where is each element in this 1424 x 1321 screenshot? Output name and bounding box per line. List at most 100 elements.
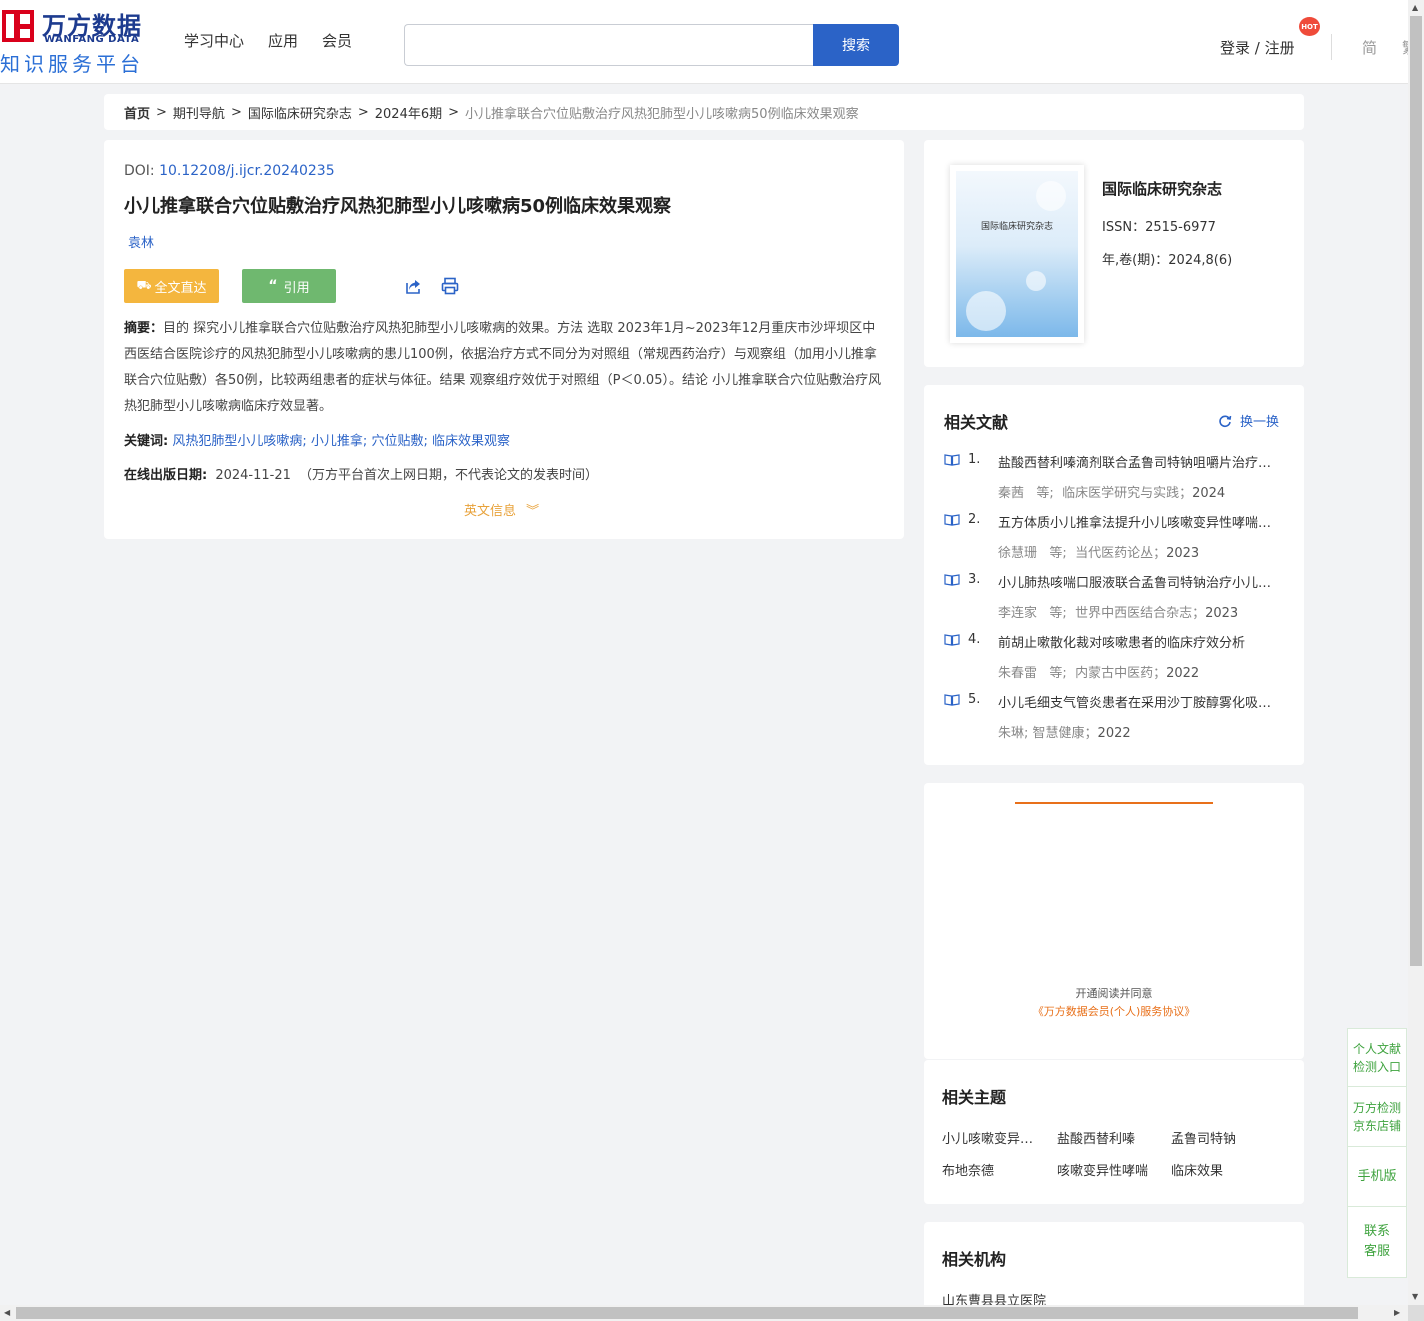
breadcrumb-current: 小儿推拿联合穴位贴敷治疗风热犯肺型小儿咳嗽病50例临床效果观察 [465,106,859,122]
share-icon[interactable] [404,276,424,296]
pub-note: （万方平台首次上网日期，不代表论文的发表时间） [299,468,599,483]
related-source[interactable]: 内蒙古中医药； [1075,666,1166,681]
pub-label: 在线出版日期: [124,468,208,483]
breadcrumb: 首页 > 期刊导航 > 国际临床研究杂志 > 2024年6期 > 小儿推拿联合穴… [104,94,1304,130]
related-source[interactable]: 世界中西医结合杂志； [1075,606,1205,621]
related-title-link[interactable]: 小儿毛细支气管炎患者在采用沙丁胺醇雾化吸入治疗中的效果 [998,692,1283,711]
english-info-toggle[interactable]: 英文信息 ︾ [464,500,539,519]
side-item-line: 京东店铺 [1352,1118,1401,1133]
lang-simplified[interactable]: 简 [1362,37,1377,58]
side-item-label: 万方检测 京东店铺 [1353,1099,1401,1135]
related-title-link[interactable]: 前胡止嗽散化裁对咳嗽患者的临床疗效分析 [998,632,1283,651]
cover-title: 国际临床研究杂志 [980,222,1053,232]
truck-icon: ⛟ [136,278,152,292]
jd-store-entry[interactable]: 万方检测 京东店铺 [1348,1087,1406,1147]
related-year: 2023 [1205,606,1239,621]
scroll-left-arrow-icon[interactable]: ◀ [4,1308,10,1317]
nav-learning-center[interactable]: 学习中心 [184,30,244,51]
side-item-line: 客服 [1363,1244,1390,1259]
keyword-link[interactable]: 临床效果观察 [432,434,510,449]
topic-link[interactable]: 小儿咳嗽变异性哮喘 [942,1128,1042,1147]
breadcrumb-journal-nav[interactable]: 期刊导航 [173,103,225,122]
cite-button[interactable]: “ 引用 [242,269,336,303]
nav-apps[interactable]: 应用 [268,30,298,51]
related-source[interactable]: 临床医学研究与实践； [1062,486,1192,501]
login-register-link[interactable]: 登录 / 注册 [1220,37,1295,58]
abstract-label: 摘要： [124,321,164,336]
plagiarism-check-entry[interactable]: 个人文献 检测入口 [1348,1029,1406,1087]
side-item-line: 检测入口 [1352,1059,1401,1074]
side-item-label: 联系 客服 [1364,1222,1390,1262]
book-icon [944,694,960,706]
main-nav: 学习中心 应用 会员 [184,30,352,51]
logo-mark-icon [2,10,34,42]
nav-membership[interactable]: 会员 [322,30,352,51]
scroll-down-arrow-icon[interactable]: ▼ [1412,1292,1418,1301]
service-agreement-link[interactable]: 《万方数据会员(个人)服务协议》 [924,1003,1304,1019]
search-button[interactable]: 搜索 [813,24,899,66]
abstract-text: 目的 探究小儿推拿联合穴位贴敷治疗风热犯肺型小儿咳嗽病的效果。方法 选取 202… [124,321,882,414]
keyword-link[interactable]: 风热犯肺型小儿咳嗽病 [172,434,302,449]
scroll-right-arrow-icon[interactable]: ▶ [1394,1308,1400,1317]
breadcrumb-sep: > [448,104,460,120]
keyword-link[interactable]: 穴位贴敷 [371,434,423,449]
horizontal-scroll-thumb[interactable] [16,1307,1358,1319]
journal-card: 国际临床研究杂志 国际临床研究杂志 ISSN：2515-6977 年,卷(期)：… [924,140,1304,367]
cover-image: 国际临床研究杂志 [956,171,1078,337]
related-meta: 徐慧珊 等; 当代医药论丛；2023 [998,542,1199,561]
publish-date: 在线出版日期: 2024-11-21 （万方平台首次上网日期，不代表论文的发表时… [124,464,598,483]
topic-link[interactable]: 布地奈德 [942,1160,1042,1179]
scrollbar-corner [1408,1305,1424,1321]
vertical-scroll-thumb[interactable] [1410,16,1422,966]
related-title-link[interactable]: 小儿肺热咳喘口服液联合孟鲁司特钠治疗小儿支原体肺炎的效果 [998,572,1283,591]
mobile-version-entry[interactable]: 手机版 [1348,1147,1406,1207]
doi-link[interactable]: 10.12208/j.ijcr.20240235 [159,163,335,179]
breadcrumb-journal[interactable]: 国际临床研究杂志 [248,103,352,122]
side-item-label: 个人文献 检测入口 [1353,1040,1401,1076]
wanfang-logo[interactable]: 万方数据 WANFANG DATA 知识服务平台 [0,6,156,76]
related-year: 2022 [1166,666,1200,681]
related-source[interactable]: 当代医药论丛； [1075,546,1166,561]
side-item-label: 手机版 [1357,1168,1397,1184]
journal-volume: 年,卷(期)：2024,8(6) [1102,253,1233,268]
refresh-button[interactable]: 换一换 [1218,411,1279,430]
related-author[interactable]: 李连家 [998,606,1037,621]
breadcrumb-home[interactable]: 首页 [124,103,150,122]
related-etc: 等; [1049,606,1067,621]
related-etc: 等; [1049,666,1067,681]
print-icon[interactable] [440,276,460,296]
refresh-icon [1219,414,1232,427]
topics-title: 相关主题 [942,1088,1007,1107]
side-item-line: 联系 [1363,1224,1390,1239]
topic-link[interactable]: 孟鲁司特钠 [1171,1128,1271,1147]
related-source[interactable]: 智慧健康； [1033,726,1098,741]
related-title: 相关文献 [944,413,1009,432]
side-item-line: 万方检测 [1352,1100,1401,1115]
related-title-link[interactable]: 盐酸西替利嗪滴剂联合孟鲁司特钠咀嚼片治疗小儿咳嗽变异性哮喘的效果 [998,452,1283,471]
journal-name[interactable]: 国际临床研究杂志 [1102,178,1222,199]
related-author[interactable]: 朱琳; [998,726,1028,741]
customer-service-entry[interactable]: 联系 客服 [1348,1207,1406,1277]
related-author[interactable]: 徐慧珊 [998,546,1037,561]
journal-cover[interactable]: 国际临床研究杂志 [950,165,1084,343]
book-icon [944,574,960,586]
related-author[interactable]: 秦茜 [998,486,1024,501]
author-link[interactable]: 袁林 [128,232,154,251]
article-title: 小儿推拿联合穴位贴敷治疗风热犯肺型小儿咳嗽病50例临床效果观察 [124,196,672,217]
related-num: 2. [968,512,981,527]
breadcrumb-issue[interactable]: 2024年6期 [375,103,442,122]
logo-sub-text: 知识服务平台 [0,52,144,76]
scroll-up-arrow-icon[interactable]: ▲ [1412,3,1418,12]
related-title-link[interactable]: 五方体质小儿推拿法提升小儿咳嗽变异性哮喘疗效的研究 [998,512,1283,531]
topic-link[interactable]: 盐酸西替利嗪 [1057,1128,1157,1147]
topic-link[interactable]: 临床效果 [1171,1160,1271,1179]
search-input[interactable] [404,24,814,66]
ad-accent-line [1015,802,1213,804]
topic-link[interactable]: 咳嗽变异性哮喘 [1057,1160,1157,1179]
related-num: 3. [968,572,981,587]
related-author[interactable]: 朱春雷 [998,666,1037,681]
full-text-button[interactable]: ⛟ 全文直达 [124,269,219,303]
book-icon [944,634,960,646]
keyword-link[interactable]: 小儿推拿 [311,434,363,449]
keywords: 关键词: 风热犯肺型小儿咳嗽病; 小儿推拿; 穴位贴敷; 临床效果观察 [124,434,510,449]
